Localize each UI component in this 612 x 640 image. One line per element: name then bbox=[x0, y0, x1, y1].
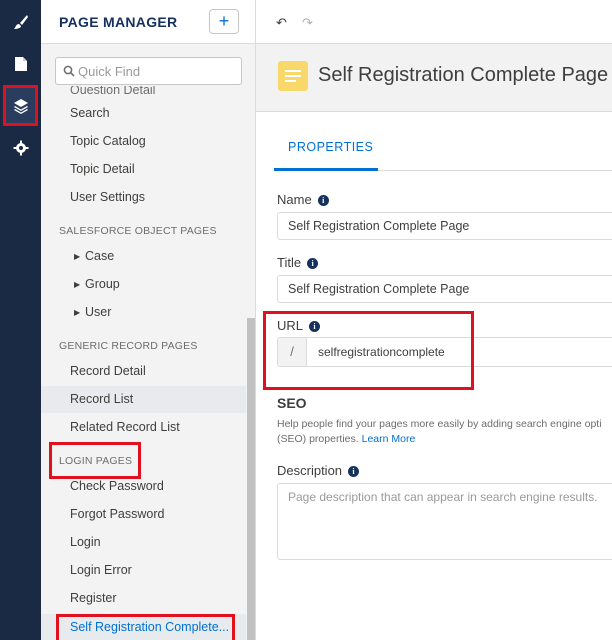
seo-help-line: Help people find your pages more easily … bbox=[277, 418, 602, 430]
page-type-icon bbox=[278, 61, 308, 91]
list-item-label: Case bbox=[85, 249, 115, 263]
list-item-label: Group bbox=[85, 277, 120, 291]
undo-icon[interactable]: ↶ bbox=[276, 15, 287, 31]
list-item[interactable]: Forgot Password bbox=[41, 501, 246, 528]
list-item[interactable]: Question Detail bbox=[41, 86, 246, 94]
list-item[interactable]: Login Error bbox=[41, 557, 246, 584]
section-header: LOGIN PAGES bbox=[59, 455, 133, 467]
list-item[interactable]: Login bbox=[41, 529, 246, 556]
info-icon[interactable]: i bbox=[307, 258, 319, 269]
description-field[interactable]: Page description that can appear in sear… bbox=[277, 483, 612, 560]
section-header: GENERIC RECORD PAGES bbox=[59, 340, 198, 352]
page-manager-panel: PAGE MANAGER + Question Detail Search To… bbox=[41, 0, 256, 640]
panel-header: PAGE MANAGER + bbox=[41, 0, 255, 44]
list-item-selected[interactable]: Self Registration Complete... bbox=[41, 614, 246, 640]
quick-find-input[interactable] bbox=[78, 62, 236, 81]
list-item[interactable]: Record List bbox=[41, 386, 246, 413]
panel-title: PAGE MANAGER bbox=[59, 14, 178, 30]
list-item[interactable]: Topic Catalog bbox=[41, 128, 246, 155]
tab-properties[interactable]: PROPERTIES bbox=[288, 140, 373, 154]
seo-help-text: Help people find your pages more easily … bbox=[277, 417, 612, 447]
section-header: SALESFORCE OBJECT PAGES bbox=[59, 225, 217, 237]
layers-icon[interactable] bbox=[3, 85, 38, 126]
list-item-label: User bbox=[85, 305, 112, 319]
list-item[interactable]: Register bbox=[41, 585, 246, 612]
list-item[interactable]: Record Detail bbox=[41, 358, 246, 385]
list-item[interactable]: ▶ User bbox=[41, 299, 246, 326]
name-label: Name i bbox=[277, 192, 329, 207]
info-icon[interactable]: i bbox=[309, 321, 321, 332]
list-item[interactable]: Check Password bbox=[41, 473, 246, 500]
caret-right-icon[interactable]: ▶ bbox=[74, 271, 80, 298]
url-field[interactable]: / selfregistrationcomplete bbox=[277, 337, 612, 367]
page-icon[interactable] bbox=[5, 48, 36, 79]
properties-panel: PROPERTIES Name i Self Registration Compl… bbox=[256, 112, 612, 640]
toolbar: ↶ ↷ bbox=[256, 0, 612, 44]
quick-find-field[interactable] bbox=[55, 57, 242, 85]
redo-icon[interactable]: ↷ bbox=[302, 15, 313, 31]
caret-right-icon[interactable]: ▶ bbox=[74, 243, 80, 270]
list-item[interactable]: ▶ Case bbox=[41, 243, 246, 270]
title-label: Title i bbox=[277, 255, 319, 270]
left-rail bbox=[0, 0, 41, 640]
search-icon bbox=[63, 65, 75, 77]
seo-title: SEO bbox=[277, 395, 307, 411]
learn-more-link[interactable]: Learn More bbox=[362, 433, 416, 445]
tab-active-indicator bbox=[274, 168, 378, 171]
page-title: Self Registration Complete Page bbox=[318, 64, 609, 86]
url-label: URL i bbox=[277, 318, 321, 333]
seo-help-line: (SEO) properties. Learn More bbox=[277, 433, 416, 445]
url-value[interactable]: selfregistrationcomplete bbox=[318, 338, 445, 366]
list-item[interactable]: Search bbox=[41, 100, 246, 127]
page-title-bar: Self Registration Complete Page bbox=[256, 44, 612, 112]
list-item[interactable]: User Settings bbox=[41, 184, 246, 211]
info-icon[interactable]: i bbox=[317, 195, 329, 206]
info-icon[interactable]: i bbox=[348, 466, 360, 477]
title-field[interactable]: Self Registration Complete Page bbox=[277, 275, 612, 303]
url-prefix: / bbox=[278, 338, 307, 366]
scrollbar-thumb[interactable] bbox=[247, 318, 255, 640]
list-item[interactable]: ▶ Group bbox=[41, 271, 246, 298]
gear-icon[interactable] bbox=[5, 132, 36, 163]
paintbrush-icon[interactable] bbox=[5, 6, 36, 37]
add-page-button[interactable]: + bbox=[209, 9, 239, 34]
list-item[interactable]: Related Record List bbox=[41, 414, 246, 441]
description-label: Description i bbox=[277, 463, 360, 478]
list-item[interactable]: Topic Detail bbox=[41, 156, 246, 183]
name-field[interactable]: Self Registration Complete Page bbox=[277, 212, 612, 240]
caret-right-icon[interactable]: ▶ bbox=[74, 299, 80, 326]
